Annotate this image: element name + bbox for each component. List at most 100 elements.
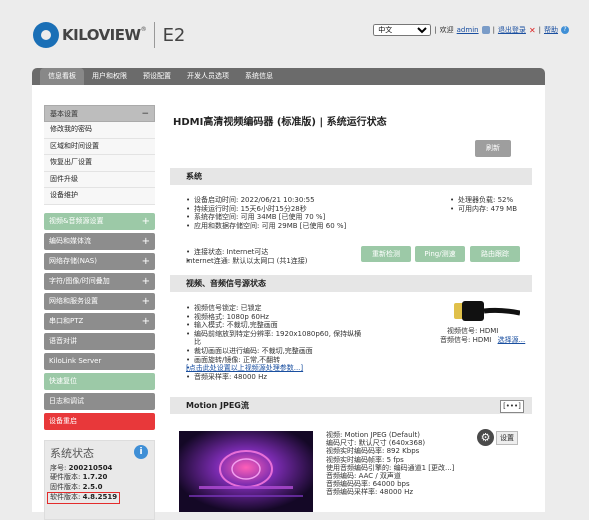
- video-settings-link[interactable]: [点击此处设置以上视频源处理参数...]: [186, 364, 366, 373]
- choose-source-link[interactable]: 选择源...: [498, 336, 526, 344]
- logout-x-icon[interactable]: ✕: [529, 26, 536, 35]
- kiloview-logo-icon: [33, 22, 59, 48]
- sidebar-item-label: 基本设置: [50, 110, 78, 118]
- expand-icon[interactable]: +: [142, 313, 150, 330]
- separator: |: [538, 26, 541, 34]
- sidebar-item-reboot[interactable]: 设备重启: [44, 412, 155, 430]
- mjpeg-line: 音频编码: AAC / 双声道: [326, 472, 401, 481]
- serial-number: 序号: 200210504: [50, 463, 113, 472]
- video-section-header: 视频、音频信号源状态: [170, 275, 532, 292]
- list-item: 视频信号锁定: 已锁定: [186, 304, 366, 313]
- main-content: HDMI高清视频编码器 (标准版) | 系统运行状态 刷新 系统 设备启动时间:…: [170, 85, 532, 512]
- refresh-button[interactable]: 刷新: [475, 140, 511, 157]
- logout-link[interactable]: 退出登录: [498, 25, 526, 35]
- settings-label: 设置: [496, 430, 518, 445]
- tab-dashboard[interactable]: 信息看板: [40, 68, 84, 85]
- user-icon: [481, 26, 490, 34]
- tab-system-info[interactable]: 系统信息: [237, 68, 281, 85]
- audio-signal-label: 音频信号: HDMI: [440, 336, 492, 344]
- sidebar-item-network[interactable]: 网络和服务设置 +: [44, 292, 155, 310]
- list-item: 编码前缩放到特定分辨率: 1920x1080p60, 保持纵横比: [186, 330, 366, 347]
- sidebar-item-logs[interactable]: 日志和调试: [44, 392, 155, 410]
- mjpeg-section-header: Motion JPEG流: [170, 397, 532, 414]
- list-item: 持续运行时间: 15天6小时15分28秒: [186, 205, 346, 214]
- help-icon[interactable]: ?: [561, 26, 569, 34]
- tab-developer[interactable]: 开发人员选项: [179, 68, 237, 85]
- mjpeg-line: 视频实时编码帧率: 5 fps: [326, 455, 404, 464]
- logo-divider: [153, 22, 155, 48]
- expand-icon[interactable]: +: [142, 213, 150, 230]
- list-item: 可用内存: 479 MB: [450, 205, 517, 214]
- trace-route-button[interactable]: 路由跟踪: [470, 246, 520, 262]
- sidebar-item-quick-reset[interactable]: 快速复位: [44, 372, 155, 390]
- mjpeg-settings-button[interactable]: ⚙ 设置: [477, 429, 518, 446]
- expand-icon[interactable]: +: [142, 293, 150, 310]
- firmware-version: 固件版本: 2.5.0: [50, 482, 103, 491]
- sidebar-item-encoding[interactable]: 编码和媒体流 +: [44, 232, 155, 250]
- sidebar-item-firmware[interactable]: 固件升级: [44, 171, 155, 188]
- list-item: 输入模式: 不裁切,完整画面: [186, 321, 366, 330]
- preview-image: [179, 431, 313, 512]
- main-nav: 信息看板 用户和权限 预设配置 开发人员选项 系统信息: [32, 68, 545, 85]
- sidebar-item-label: 视频&音频源设置: [49, 216, 104, 225]
- list-item: 系统存储空间: 可用 34MB [已使用 70 %]: [186, 213, 346, 222]
- user-link[interactable]: admin: [457, 26, 479, 34]
- list-item: 视频格式: 1080p 60Hz: [186, 313, 366, 322]
- brand-logo[interactable]: KILOVIEW ® E2: [33, 20, 185, 50]
- mjpeg-line: 视频实时编码码率: 892 Kbps: [326, 447, 420, 456]
- list-item: 设备启动时间: 2022/06/21 10:30:55: [186, 196, 346, 205]
- sidebar-item-change-password[interactable]: 修改我的密码: [44, 122, 155, 139]
- sidebar-basic-settings[interactable]: 基本设置 −: [44, 105, 155, 122]
- more-options-button[interactable]: [•••]: [500, 400, 524, 413]
- mjpeg-line: 音频编码采样率: 48000 Hz: [326, 488, 414, 497]
- sidebar: 基本设置 − 修改我的密码 区域和时间设置 恢复出厂设置 固件升级 设备维护 视…: [44, 105, 155, 520]
- network-status-list: 连接状态: Internet可达 Internet连通: 默认以太网口 (共1连…: [186, 248, 308, 265]
- tab-users[interactable]: 用户和权限: [84, 68, 135, 85]
- sidebar-item-label: 编码和媒体流: [49, 236, 91, 245]
- welcome-text: 欢迎: [439, 26, 454, 34]
- hdmi-cable-icon: [454, 301, 520, 321]
- page-title: HDMI高清视频编码器 (标准版) | 系统运行状态: [173, 117, 387, 128]
- sidebar-item-serial-ptz[interactable]: 串口和PTZ +: [44, 312, 155, 330]
- sidebar-item-overlay[interactable]: 字符/图像/时间叠加 +: [44, 272, 155, 290]
- sidebar-item-region-time[interactable]: 区域和时间设置: [44, 138, 155, 155]
- software-version-highlight: 软件版本: 4.8.2519: [47, 492, 121, 504]
- mjpeg-info: 视频: Motion JPEG (Default) 编码尺寸: 默认尺寸 (64…: [326, 431, 454, 497]
- system-section-header: 系统: [170, 168, 532, 185]
- mjpeg-preview-thumbnail[interactable]: [179, 431, 313, 512]
- language-select[interactable]: 中文: [373, 24, 432, 36]
- ping-button[interactable]: Ping/测速: [415, 246, 465, 262]
- list-item: 处理器负载: 52%: [450, 196, 517, 205]
- header: KILOVIEW ® E2 中文 | 欢迎 admin | 退出登录 ✕ | 帮…: [0, 0, 589, 68]
- audio-signal-row: 音频信号: HDMI 选择源...: [440, 335, 525, 345]
- mjpeg-line: 视频: Motion JPEG (Default): [326, 431, 420, 439]
- sidebar-item-kilolink[interactable]: KiloLink Server: [44, 352, 155, 370]
- software-version: 软件版本: 4.8.2519: [47, 492, 149, 504]
- list-item: 应用和数据存储空间: 可用 29MB [已使用 60 %]: [186, 222, 346, 231]
- video-status-list: 视频信号锁定: 已锁定 视频格式: 1080p 60Hz 输入模式: 不裁切,完…: [186, 304, 366, 381]
- collapse-icon[interactable]: −: [141, 106, 149, 123]
- sidebar-item-nas[interactable]: 网络存储(NAS) +: [44, 252, 155, 270]
- help-link[interactable]: 帮助: [544, 25, 558, 35]
- hardware-version: 硬件版本: 1.7.20: [50, 473, 108, 481]
- sidebar-item-av-source[interactable]: 视频&音频源设置 +: [44, 212, 155, 230]
- tab-presets[interactable]: 预设配置: [135, 68, 179, 85]
- mjpeg-line-audio-engine[interactable]: 使用音频编码引擎的: 编码通道1 [更改...]: [326, 464, 454, 472]
- sidebar-item-label: 网络存储(NAS): [49, 256, 97, 265]
- logo-text: KILOVIEW: [62, 26, 141, 44]
- expand-icon[interactable]: +: [142, 273, 150, 290]
- system-load-list: 处理器负载: 52% 可用内存: 479 MB: [450, 196, 517, 213]
- sidebar-item-factory-reset[interactable]: 恢复出厂设置: [44, 155, 155, 172]
- recheck-button[interactable]: 重新检测: [361, 246, 411, 262]
- expand-icon[interactable]: +: [142, 253, 150, 270]
- gear-icon: ⚙: [477, 429, 494, 446]
- content-frame: 基本设置 − 修改我的密码 区域和时间设置 恢复出厂设置 固件升级 设备维护 视…: [32, 85, 545, 520]
- list-item: 裁切画面以进行编码: 不裁切,完整画面: [186, 347, 366, 356]
- device-model: E2: [162, 24, 186, 46]
- sidebar-item-intercom[interactable]: 语音对讲: [44, 332, 155, 350]
- list-item: 音频采样率: 48000 Hz: [186, 373, 366, 382]
- info-icon[interactable]: i: [134, 444, 148, 459]
- sidebar-item-maintenance[interactable]: 设备维护: [44, 188, 155, 205]
- sidebar-item-label: 网络和服务设置: [49, 296, 98, 305]
- expand-icon[interactable]: +: [142, 233, 150, 250]
